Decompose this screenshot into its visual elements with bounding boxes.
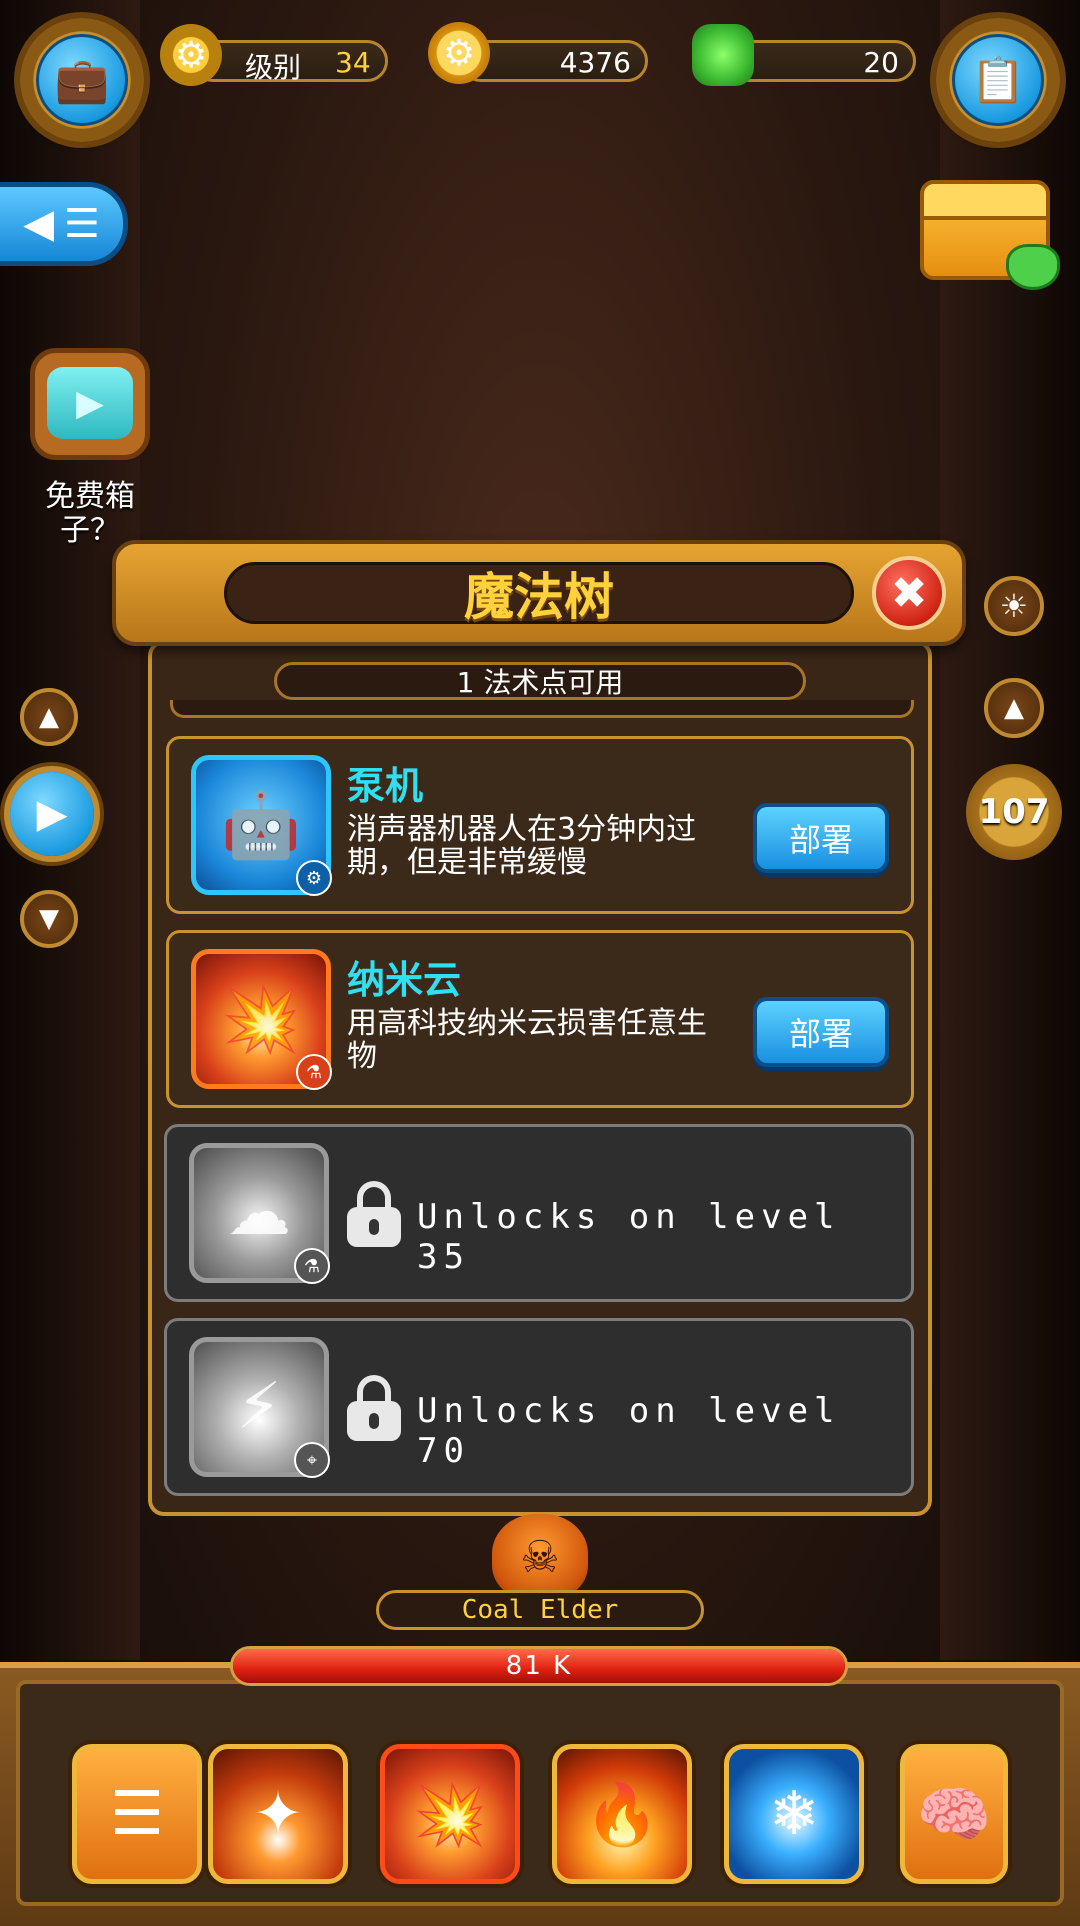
lightning-icon: ⚡ ⌖ — [189, 1337, 330, 1478]
skills-slot-button[interactable]: 🧠 — [900, 1744, 1008, 1884]
brain-icon: 🧠 — [916, 1779, 992, 1850]
potion-badge-icon: ⚗ — [294, 1248, 330, 1284]
deploy-button[interactable]: 部署 — [753, 803, 889, 873]
target-badge-icon: ⌖ — [294, 1442, 330, 1478]
brightness-button[interactable]: ☀ — [984, 576, 1044, 636]
arrow-down-icon: ▼ — [39, 904, 59, 934]
unlock-requirement: Unlocks on level 70 — [417, 1391, 841, 1471]
chest-lid — [920, 180, 1050, 220]
coin-icon: ⚙ — [428, 22, 490, 84]
arrow-left-icon: ◀ — [23, 201, 54, 247]
free-box-label: 免费箱子？ — [45, 479, 135, 548]
spell-description: 消声器机器人在3分钟内过期，但是非常缓慢 — [347, 812, 697, 880]
gear-icon: ⚙ — [160, 24, 222, 86]
fire-spell-icon: 🔥 — [584, 1779, 660, 1850]
level-label: 级别 — [245, 51, 302, 84]
ice-spell-icon: ❄ — [768, 1779, 820, 1849]
scroll-down-button-left[interactable]: ▼ — [20, 890, 78, 948]
skull-icon: ☠ — [492, 1514, 588, 1600]
gem-icon — [692, 24, 754, 86]
counter-badge: 107 — [966, 764, 1062, 860]
spell-slot-beam[interactable]: ✦ — [208, 1744, 348, 1884]
potion-badge-icon: ⚗ — [296, 1054, 332, 1090]
gems-bar: 20 — [728, 40, 916, 82]
arrow-up-icon: ▲ — [1004, 693, 1024, 723]
boss-hp-bar: 81 K — [230, 1646, 848, 1686]
spell-slot-ice[interactable]: ❄ — [724, 1744, 864, 1884]
spell-slot-fire[interactable]: 🔥 — [552, 1744, 692, 1884]
list-top-divider — [170, 700, 914, 718]
spell-card-pump: 🤖 ⚙ 泵机 消声器机器人在3分钟内过期，但是非常缓慢 部署 — [166, 736, 914, 914]
robot-icon: 🤖 ⚙ — [191, 755, 332, 896]
play-icon: ▶ — [36, 791, 68, 837]
unlock-requirement: Unlocks on level 35 — [417, 1197, 841, 1277]
close-icon: ✖ — [890, 567, 928, 619]
nano-cloud-icon: 💥 ⚗ — [191, 949, 332, 1090]
inventory-button[interactable]: 💼 — [20, 18, 144, 142]
menu-toggle-button[interactable]: ◀ ☰ — [0, 182, 128, 266]
quests-button[interactable]: 📋 — [936, 18, 1060, 142]
spell-card-locked: ☁ ⚗ Unlocks on level 35 — [164, 1124, 914, 1302]
beam-spell-icon: ✦ — [252, 1779, 304, 1849]
play-video-icon: ▶ — [47, 367, 133, 439]
spell-card-locked: ⚡ ⌖ Unlocks on level 70 — [164, 1318, 914, 1496]
gems-value: 20 — [863, 46, 899, 79]
treasure-chest-button[interactable] — [920, 180, 1060, 290]
scroll-up-button-left[interactable]: ▲ — [20, 688, 78, 746]
lock-icon — [347, 1375, 401, 1441]
menu-slot-button[interactable]: ☰ — [72, 1744, 202, 1884]
spell-slot-nano-cloud[interactable]: 💥 — [380, 1744, 520, 1884]
level-value: 34 — [335, 46, 371, 79]
list-icon: ☰ — [63, 201, 100, 247]
sun-icon: ☀ — [999, 587, 1029, 625]
briefcase-icon: 💼 — [36, 34, 128, 126]
deploy-button[interactable]: 部署 — [753, 997, 889, 1067]
nano-cloud-icon: 💥 — [412, 1779, 488, 1850]
spell-card-nano-cloud: 💥 ⚗ 纳米云 用高科技纳米云损害任意生物 部署 — [166, 930, 914, 1108]
arrow-up-icon: ▲ — [39, 702, 59, 732]
free-box-tv-button[interactable]: ▶ — [30, 348, 150, 460]
spell-name: 纳米云 — [347, 958, 462, 1002]
coins-value: 4376 — [559, 46, 631, 79]
lock-icon — [347, 1181, 401, 1247]
boss-hp-text: 81 K — [505, 1651, 573, 1681]
menu-list-icon: ☰ — [110, 1779, 164, 1849]
scroll-up-button-right[interactable]: ▲ — [984, 678, 1044, 738]
dialog-title: 魔法树 — [224, 562, 854, 626]
boss-name: Coal Elder — [376, 1590, 704, 1630]
spell-description: 用高科技纳米云损害任意生物 — [347, 1006, 707, 1074]
gear-badge-icon: ⚙ — [296, 860, 332, 896]
spell-points-label: 1 法术点可用 — [274, 662, 806, 700]
clipboard-icon: 📋 — [952, 34, 1044, 126]
play-button[interactable]: ▶ — [10, 772, 94, 856]
smoke-cloud-icon: ☁ ⚗ — [189, 1143, 330, 1284]
close-button[interactable]: ✖ — [872, 556, 946, 630]
spell-name: 泵机 — [347, 764, 424, 808]
gem-icon — [1006, 244, 1060, 290]
